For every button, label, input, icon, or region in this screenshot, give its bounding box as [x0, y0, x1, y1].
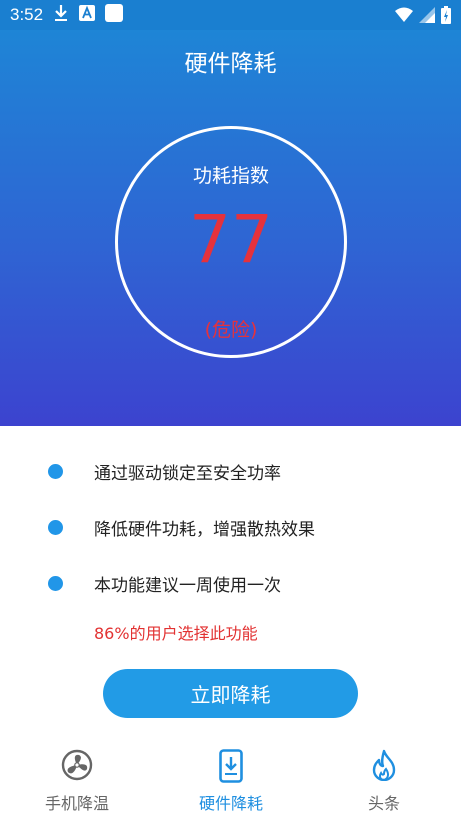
gauge-label: 功耗指数: [192, 165, 269, 187]
nav-item-headlines[interactable]: 头条: [307, 740, 461, 819]
bullet-dot-icon: [48, 576, 63, 591]
nav-label: 头条: [367, 794, 400, 813]
signal-icon: [419, 7, 435, 27]
bullet-dot-icon: [48, 520, 63, 535]
bottom-nav: 手机降温 硬件降耗 头条: [0, 740, 461, 819]
wifi-icon: [395, 7, 413, 27]
feature-item: 降低硬件功耗，增强散热效果: [48, 515, 315, 540]
nav-item-hardware-power[interactable]: 硬件降耗: [154, 740, 308, 819]
feature-text: 通过驱动锁定至安全功率: [94, 464, 281, 484]
status-time: 3:52: [10, 5, 44, 24]
hero-panel: 硬件降耗 功耗指数 77 (危险): [0, 30, 461, 426]
font-a-icon: [79, 5, 96, 25]
reduce-power-button[interactable]: 立即降耗: [103, 669, 358, 718]
status-bar: 3:52: [0, 0, 461, 30]
nav-label: 硬件降耗: [198, 794, 263, 813]
feature-item: 通过驱动锁定至安全功率: [48, 459, 281, 484]
gauge-status: (危险): [204, 319, 258, 341]
page-title: 硬件降耗: [184, 51, 277, 77]
nav-item-phone-cooling[interactable]: 手机降温: [0, 740, 154, 819]
flame-icon: [370, 749, 398, 785]
notification-square-icon: [105, 4, 124, 26]
download-icon: [53, 4, 69, 26]
fan-icon: [61, 749, 93, 785]
usage-note: 86%的用户选择此功能: [94, 624, 258, 643]
power-index-gauge: 功耗指数 77 (危险): [115, 126, 347, 358]
nav-label: 手机降温: [44, 794, 109, 813]
battery-icon: [441, 6, 451, 28]
bullet-dot-icon: [48, 464, 63, 479]
feature-item: 本功能建议一周使用一次: [48, 571, 281, 596]
gauge-value: 77: [189, 201, 273, 278]
feature-text: 本功能建议一周使用一次: [94, 576, 281, 596]
phone-download-icon: [219, 749, 243, 787]
feature-text: 降低硬件功耗，增强散热效果: [94, 520, 315, 540]
